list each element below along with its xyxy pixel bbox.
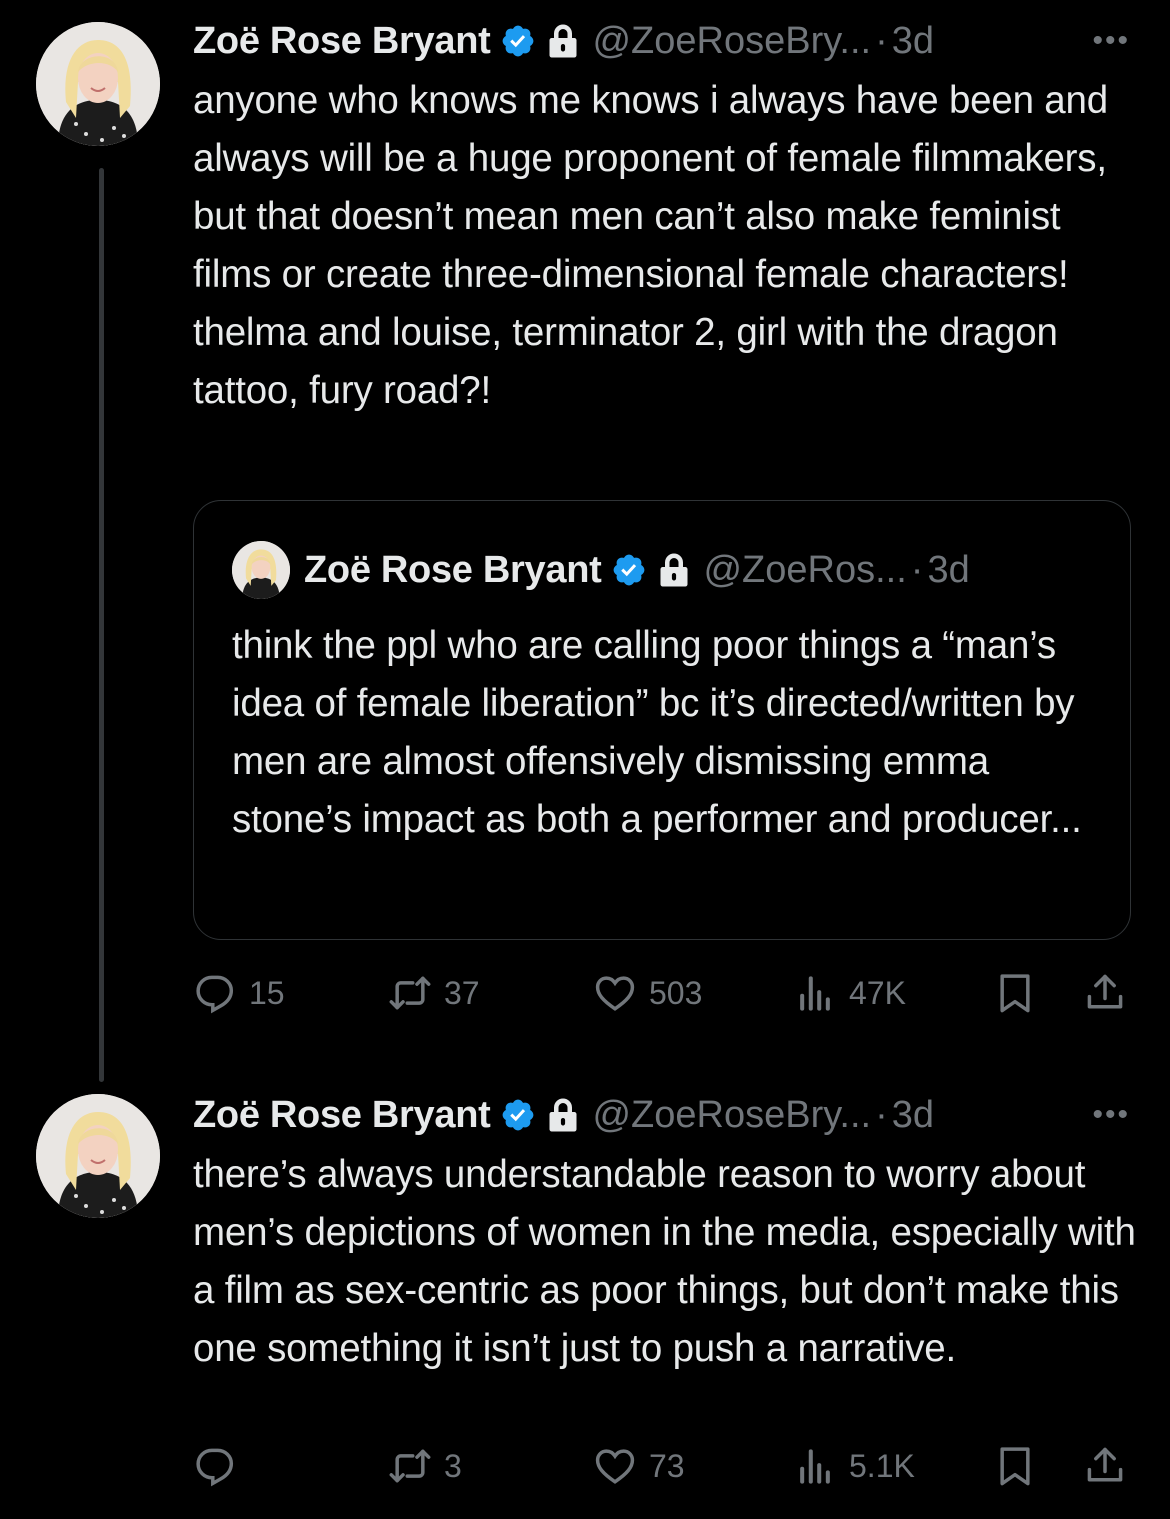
like-count: 73 (649, 1447, 685, 1484)
lock-icon (659, 552, 689, 588)
repost-count: 37 (444, 974, 480, 1011)
repost-icon (388, 1444, 432, 1488)
more-options-icon[interactable]: ••• (1092, 24, 1130, 58)
tweet-actions: 15 37 503 47K (193, 968, 1133, 1018)
repost-icon (388, 971, 432, 1015)
quoted-tweet[interactable]: Zoë Rose Bryant @ZoeRos... · 3d think th… (193, 500, 1131, 940)
quoted-handle: @ZoeRos... (703, 548, 907, 591)
tweet-header: Zoë Rose Bryant @ZoeRoseBry... · 3d (193, 16, 934, 66)
lock-icon (548, 23, 578, 59)
tweet-1[interactable]: Zoë Rose Bryant @ZoeRoseBry... · 3d ••• … (0, 0, 1170, 1082)
share-icon (1083, 1444, 1127, 1488)
tweet-2[interactable]: Zoë Rose Bryant @ZoeRoseBry... · 3d ••• … (0, 1080, 1170, 1519)
bookmark-button[interactable] (993, 1441, 1037, 1491)
reply-button[interactable] (193, 1441, 249, 1491)
lock-icon (548, 1097, 578, 1133)
verified-badge-icon (500, 1097, 536, 1133)
tweet-text: there’s always understandable reason to … (193, 1153, 1136, 1370)
separator: · (875, 1093, 888, 1136)
bookmark-button[interactable] (993, 968, 1037, 1018)
verified-badge-icon (611, 552, 647, 588)
repost-button[interactable]: 3 (388, 1441, 462, 1491)
verified-badge-icon (500, 23, 536, 59)
handle[interactable]: @ZoeRoseBry... (592, 20, 871, 63)
reply-icon (193, 971, 237, 1015)
separator: · (910, 548, 924, 591)
more-options-icon[interactable]: ••• (1092, 1098, 1130, 1132)
timestamp[interactable]: 3d (892, 1094, 934, 1137)
timestamp[interactable]: 3d (892, 20, 934, 63)
share-icon (1083, 971, 1127, 1015)
views-icon (793, 1444, 837, 1488)
display-name[interactable]: Zoë Rose Bryant (193, 1094, 491, 1137)
display-name[interactable]: Zoë Rose Bryant (193, 20, 491, 63)
reply-count: 15 (249, 974, 285, 1011)
tweet-header: Zoë Rose Bryant @ZoeRoseBry... · 3d (193, 1090, 934, 1140)
share-button[interactable] (1083, 968, 1127, 1018)
reply-button[interactable]: 15 (193, 968, 285, 1018)
avatar[interactable] (36, 22, 160, 146)
repost-count: 3 (444, 1447, 462, 1484)
like-button[interactable]: 503 (593, 968, 702, 1018)
quoted-header: Zoë Rose Bryant @ZoeRos... · 3d (304, 545, 970, 595)
avatar[interactable] (36, 1094, 160, 1218)
views-count: 5.1K (849, 1447, 915, 1484)
quoted-timestamp: 3d (927, 548, 970, 591)
tweet-actions: 3 73 5.1K (193, 1441, 1133, 1491)
like-icon (593, 1444, 637, 1488)
views-button[interactable]: 47K (793, 968, 906, 1018)
repost-button[interactable]: 37 (388, 968, 480, 1018)
like-count: 503 (649, 974, 703, 1011)
separator: · (875, 19, 888, 62)
bookmark-icon (993, 971, 1037, 1015)
quoted-avatar (232, 541, 290, 599)
like-button[interactable]: 73 (593, 1441, 685, 1491)
like-icon (593, 971, 637, 1015)
quoted-display-name: Zoë Rose Bryant (304, 548, 602, 591)
thread-line (99, 168, 104, 1082)
views-button[interactable]: 5.1K (793, 1441, 915, 1491)
handle[interactable]: @ZoeRoseBry... (592, 1094, 871, 1137)
views-count: 47K (849, 974, 906, 1011)
reply-icon (193, 1444, 237, 1488)
quoted-text: think the ppl who are calling poor thing… (232, 624, 1082, 841)
share-button[interactable] (1083, 1441, 1127, 1491)
bookmark-icon (993, 1444, 1037, 1488)
views-icon (793, 971, 837, 1015)
tweet-text: anyone who knows me knows i always have … (193, 79, 1108, 412)
